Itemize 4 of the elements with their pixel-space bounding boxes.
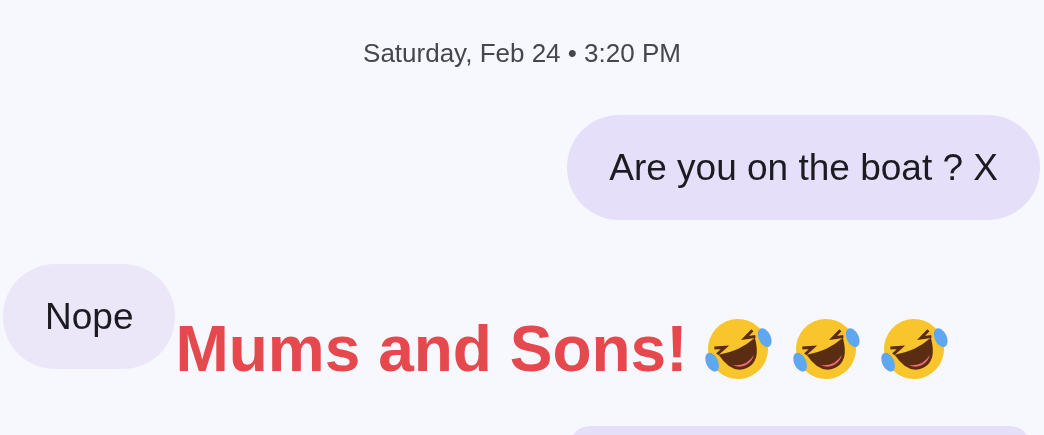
timestamp: Saturday, Feb 24 • 3:20 PM [363,37,681,70]
caption-text: Mums and Sons! [175,317,688,381]
message-bubble: Are you on the boat ? X [567,115,1040,220]
message-bubble: Nope [3,264,176,369]
